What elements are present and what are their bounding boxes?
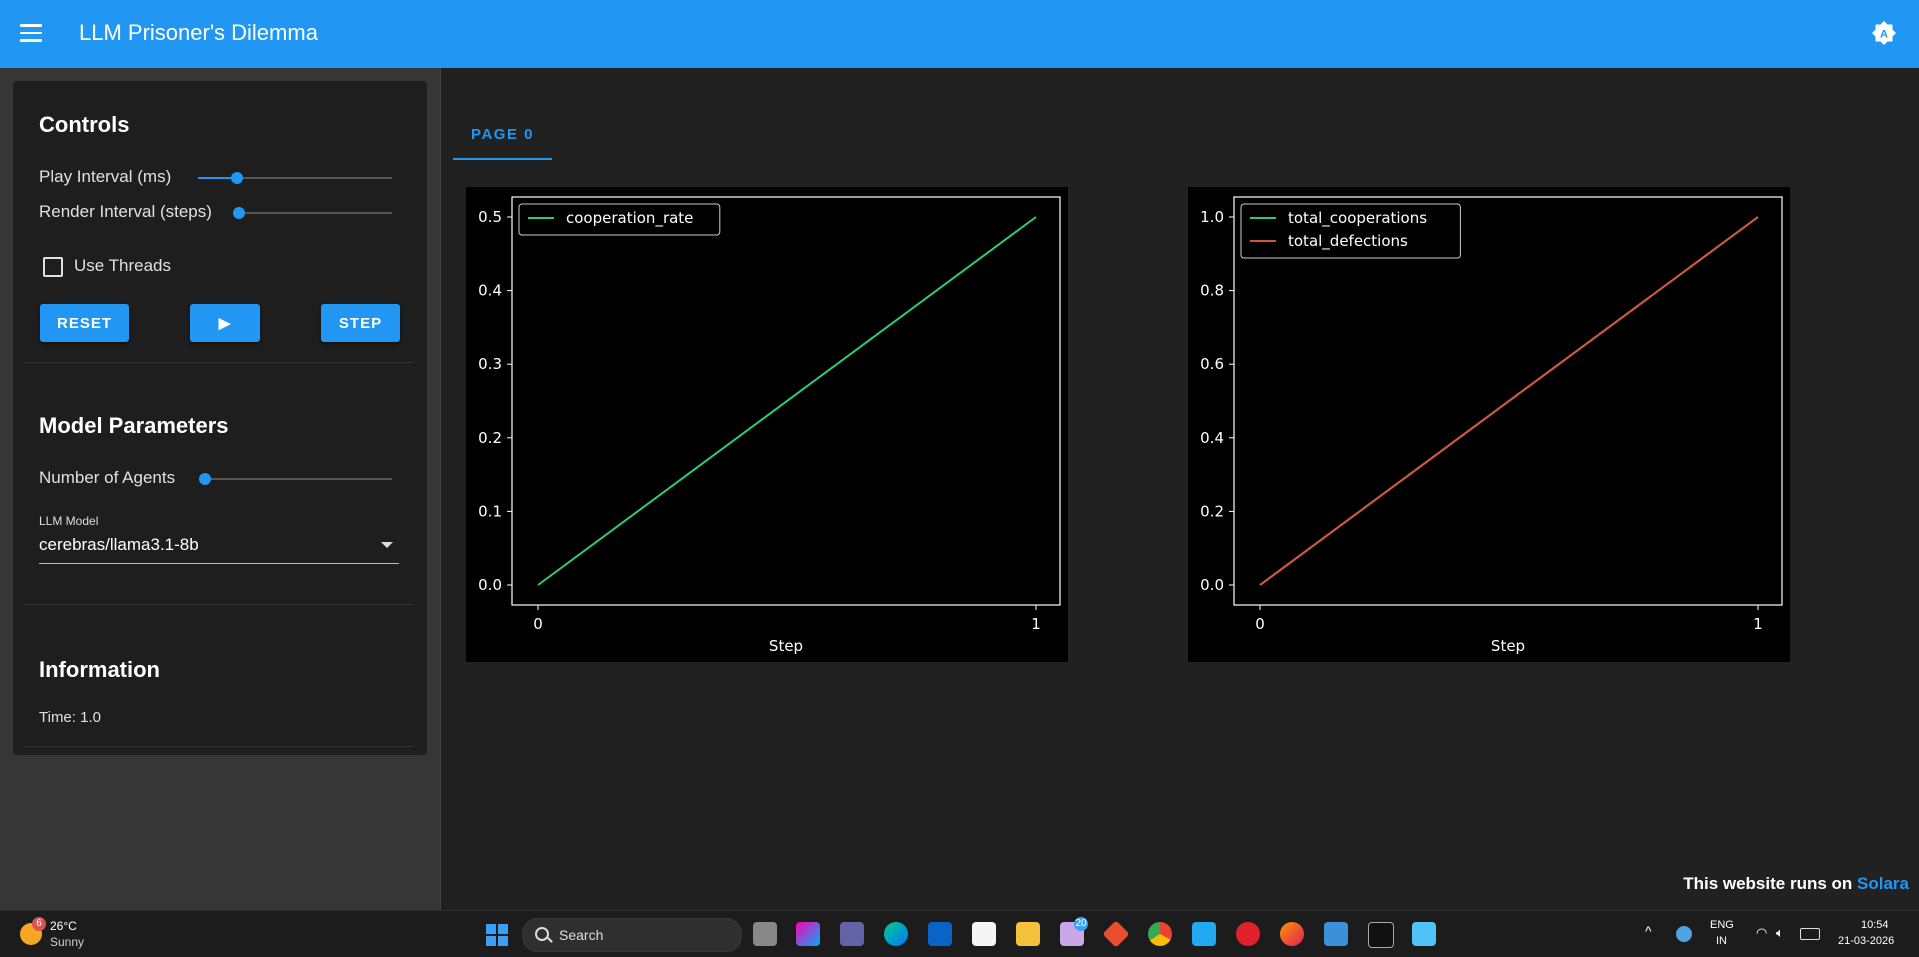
y-tick-label: 0.0 — [478, 576, 502, 594]
clock-time[interactable]: 10:54 — [1861, 919, 1889, 931]
chevron-down-icon — [381, 542, 393, 548]
notepad-icon[interactable] — [1412, 922, 1436, 946]
store-icon[interactable] — [972, 922, 996, 946]
powered-by-prefix: This website runs on — [1683, 874, 1858, 893]
use-threads-checkbox[interactable] — [43, 257, 63, 277]
y-tick-label: 1.0 — [1200, 208, 1224, 226]
teams-icon[interactable] — [840, 922, 864, 946]
legend-label: cooperation_rate — [566, 209, 693, 228]
use-threads-label: Use Threads — [74, 256, 172, 275]
windows-start-icon[interactable] — [486, 924, 508, 946]
x-tick-label: 0 — [1255, 615, 1265, 633]
y-tick-label: 0.2 — [1200, 502, 1224, 520]
tray-chevron-up-icon[interactable]: ^ — [1645, 923, 1652, 939]
theme-toggle-icon[interactable]: A — [1871, 20, 1897, 46]
render-interval-slider[interactable] — [233, 205, 392, 221]
divider — [24, 362, 414, 363]
information-title: Information — [39, 657, 160, 682]
volume-icon[interactable]: 🔈︎ — [1776, 925, 1784, 941]
x-tick-label: 1 — [1031, 615, 1041, 633]
x-axis-label: Step — [769, 637, 803, 655]
step-button[interactable]: STEP — [321, 304, 400, 342]
play-interval-slider[interactable] — [198, 170, 392, 186]
tab-page-0[interactable]: PAGE 0 — [453, 110, 552, 160]
weather-temperature: 26°C — [50, 919, 77, 933]
tab-label: PAGE 0 — [471, 126, 534, 143]
y-tick-label: 0.6 — [1200, 355, 1224, 373]
number-of-agents-label: Number of Agents — [39, 468, 176, 487]
copilot-icon[interactable] — [796, 922, 820, 946]
wifi-icon[interactable]: ◠ — [1756, 925, 1767, 941]
legend-label: total_defections — [1288, 232, 1408, 251]
weather-badge: 6 — [32, 917, 46, 931]
app-bar: LLM Prisoner's Dilemma A — [0, 0, 1919, 68]
controls-title: Controls — [39, 112, 130, 137]
tab-underline — [453, 158, 552, 160]
divider — [24, 746, 414, 747]
chart-svg: 0.0 0.2 0.4 0.6 0.8 1.0 0 1 Step total_cooperatio… — [1200, 196, 1783, 655]
time-text: Time: 1.0 — [39, 709, 101, 726]
play-button[interactable]: ▶ — [190, 304, 260, 342]
taskbar-search[interactable]: Search — [522, 918, 742, 952]
y-tick-label: 0.0 — [1200, 576, 1224, 594]
llm-model-label: LLM Model — [39, 514, 99, 528]
y-tick-label: 0.2 — [478, 429, 502, 447]
y-tick-label: 0.3 — [478, 355, 502, 373]
language-indicator-top[interactable]: ENG — [1710, 919, 1734, 931]
y-tick-label: 0.5 — [478, 208, 502, 226]
search-icon — [535, 927, 549, 941]
app-icon[interactable] — [1324, 922, 1348, 946]
taskbar: 6 26°C Sunny Search 20 ^ ENG IN ◠ 🔈︎ 10:… — [0, 910, 1919, 957]
y-tick-label: 0.8 — [1200, 282, 1224, 300]
render-interval-label: Render Interval (steps) — [39, 202, 212, 221]
svg-text:A: A — [1880, 29, 1888, 41]
model-parameters-title: Model Parameters — [39, 413, 229, 438]
chrome-icon[interactable] — [1148, 922, 1172, 946]
weather-condition: Sunny — [50, 935, 85, 949]
search-label: Search — [559, 927, 604, 943]
legend-label: total_cooperations — [1288, 209, 1427, 228]
edge-icon[interactable] — [884, 922, 908, 946]
number-of-agents-slider[interactable] — [199, 471, 392, 487]
language-indicator-bottom[interactable]: IN — [1716, 935, 1727, 947]
file-explorer-icon[interactable] — [1016, 922, 1040, 946]
outlook-icon[interactable] — [928, 922, 952, 946]
vscode-icon[interactable] — [1192, 922, 1216, 946]
y-tick-label: 0.4 — [1200, 429, 1224, 447]
series-line-cooperation_rate — [537, 216, 1037, 586]
x-tick-label: 0 — [533, 615, 543, 633]
cooperation-rate-chart: 0.0 0.1 0.2 0.3 0.4 0.5 0 1 Step cooperation_rate — [466, 187, 1068, 662]
task-view-icon[interactable] — [753, 922, 777, 946]
play-interval-label: Play Interval (ms) — [39, 167, 172, 186]
mail-badge: 20 — [1074, 917, 1088, 931]
solara-link[interactable]: Solara — [1857, 874, 1909, 893]
opera-icon[interactable] — [1236, 922, 1260, 946]
powered-by-text: This website runs on Solara — [1683, 874, 1909, 894]
y-tick-label: 0.4 — [478, 282, 502, 300]
y-tick-label: 0.1 — [478, 502, 502, 520]
git-icon[interactable] — [1102, 920, 1130, 948]
x-tick-label: 1 — [1753, 615, 1763, 633]
cooperations-defections-chart: 0.0 0.2 0.4 0.6 0.8 1.0 0 1 Step total_cooperatio… — [1188, 187, 1790, 662]
firefox-icon[interactable] — [1280, 922, 1304, 946]
llm-model-select[interactable]: cerebras/llama3.1-8b — [39, 533, 399, 564]
divider — [24, 604, 414, 605]
clock-date[interactable]: 21-03-2026 — [1838, 935, 1894, 947]
terminal-icon[interactable] — [1368, 922, 1394, 948]
app-title: LLM Prisoner's Dilemma — [79, 20, 318, 45]
onedrive-icon[interactable] — [1676, 926, 1692, 942]
series-line-total_defections — [1259, 216, 1759, 586]
llm-model-value: cerebras/llama3.1-8b — [39, 535, 199, 554]
reset-button[interactable]: RESET — [40, 304, 129, 342]
chart-svg: 0.0 0.1 0.2 0.3 0.4 0.5 0 1 Step cooperation_rate — [478, 196, 1061, 655]
x-axis-label: Step — [1491, 637, 1525, 655]
battery-icon[interactable] — [1800, 928, 1820, 940]
menu-icon[interactable] — [20, 24, 42, 42]
